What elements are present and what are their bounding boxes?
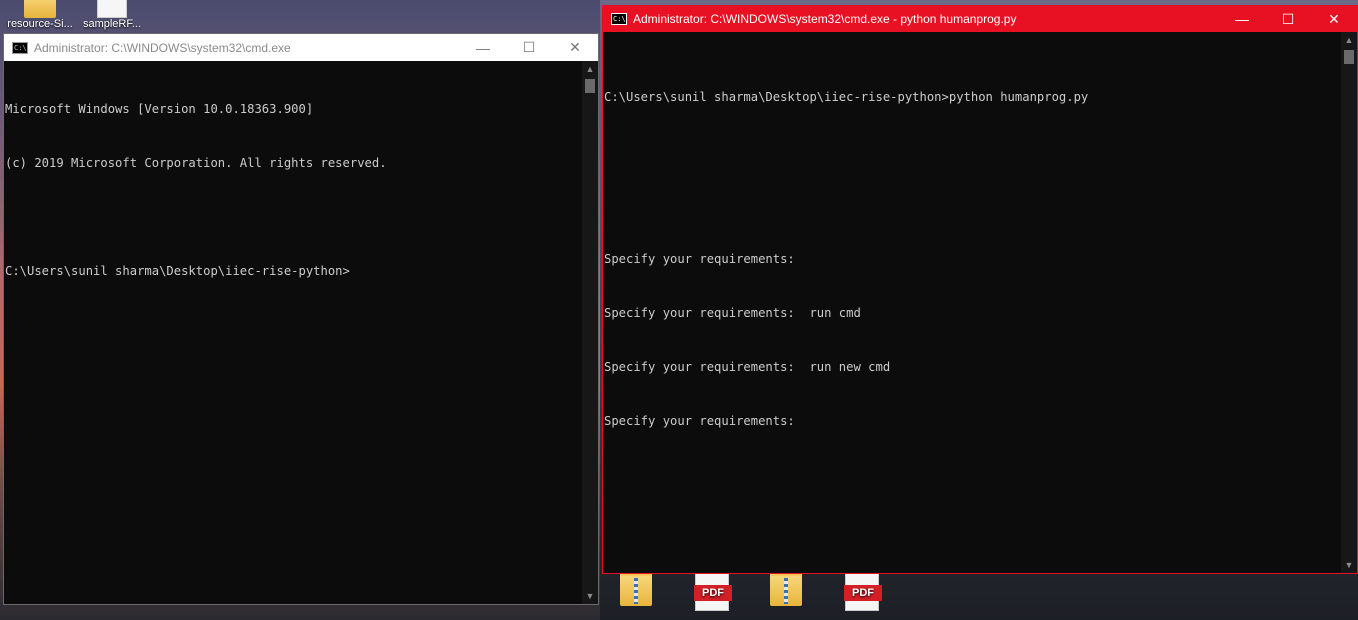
console-line: Specify your requirements:	[604, 414, 795, 428]
scroll-up-arrow-icon[interactable]: ▲	[582, 61, 598, 77]
file-icon	[97, 0, 127, 18]
scroll-down-arrow-icon[interactable]: ▼	[582, 588, 598, 604]
console-line: Specify your requirements:	[604, 252, 795, 266]
title-bar[interactable]: C:\ Administrator: C:\WINDOWS\system32\c…	[4, 34, 598, 61]
desktop-icon-zip-folder[interactable]	[746, 572, 826, 606]
scrollbar-thumb[interactable]	[585, 79, 595, 93]
console-output[interactable]: Microsoft Windows [Version 10.0.18363.90…	[4, 61, 581, 604]
zip-folder-icon	[770, 572, 802, 606]
vertical-scrollbar[interactable]: ▲ ▼	[1341, 32, 1357, 573]
pdf-icon: PDF	[694, 573, 732, 611]
minimize-button[interactable]: —	[460, 34, 506, 61]
folder-icon	[620, 572, 652, 606]
desktop-icon-label: resource-Si...	[7, 18, 73, 30]
scrollbar-thumb[interactable]	[1344, 50, 1354, 64]
scroll-up-arrow-icon[interactable]: ▲	[1341, 32, 1357, 48]
cmd-icon: C:\	[611, 13, 627, 25]
console-line: (c) 2019 Microsoft Corporation. All righ…	[5, 156, 387, 170]
maximize-button[interactable]: ☐	[506, 34, 552, 61]
title-bar[interactable]: C:\ Administrator: C:\WINDOWS\system32\c…	[603, 6, 1357, 32]
console-line: Specify your requirements: run new cmd	[604, 360, 891, 374]
pdf-icon: PDF	[844, 573, 882, 611]
close-button[interactable]: ✕	[552, 34, 598, 61]
console-output[interactable]: C:\Users\sunil sharma\Desktop\iiec-rise-…	[603, 32, 1340, 573]
desktop-icon-pdf[interactable]: PDF	[822, 573, 902, 611]
cmd-icon: C:\	[12, 41, 28, 54]
window-title: Administrator: C:\WINDOWS\system32\cmd.e…	[34, 40, 291, 55]
desktop-icon-label: sampleRF...	[82, 18, 142, 30]
scroll-down-arrow-icon[interactable]: ▼	[1341, 557, 1357, 573]
console-prompt: C:\Users\sunil sharma\Desktop\iiec-rise-…	[5, 264, 350, 278]
console-line: C:\Users\sunil sharma\Desktop\iiec-rise-…	[604, 90, 1089, 104]
folder-icon	[24, 0, 56, 18]
vertical-scrollbar[interactable]: ▲ ▼	[582, 61, 598, 604]
window-title: Administrator: C:\WINDOWS\system32\cmd.e…	[633, 12, 1017, 26]
desktop-icon-folder[interactable]: resource-Si...	[0, 0, 80, 30]
minimize-button[interactable]: —	[1219, 6, 1265, 32]
maximize-button[interactable]: ☐	[1265, 6, 1311, 32]
desktop-icon-pdf[interactable]: PDF	[672, 573, 752, 611]
cmd-window-right[interactable]: C:\ Administrator: C:\WINDOWS\system32\c…	[602, 5, 1358, 574]
console-line: Microsoft Windows [Version 10.0.18363.90…	[5, 102, 314, 116]
desktop-icon-file[interactable]: sampleRF...	[72, 0, 152, 30]
console-line: Specify your requirements: run cmd	[604, 306, 861, 320]
cmd-window-left[interactable]: C:\ Administrator: C:\WINDOWS\system32\c…	[3, 33, 599, 605]
close-button[interactable]: ✕	[1311, 6, 1357, 32]
desktop-icon-folder[interactable]	[596, 572, 676, 606]
